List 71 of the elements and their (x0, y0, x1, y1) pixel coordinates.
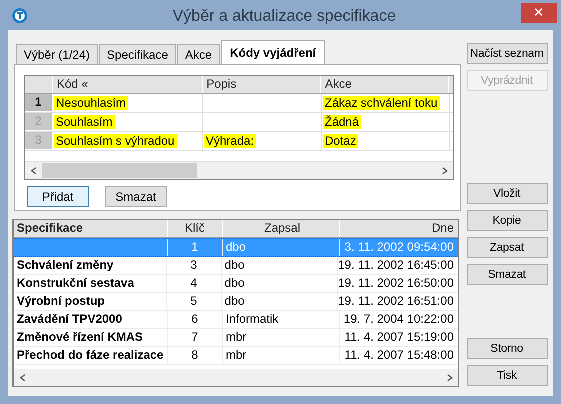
button[interactable]: Tisk (466, 365, 548, 386)
table-cell: 19. 7. 2004 10:22:00 (344, 312, 454, 326)
table-cell: mbr (226, 348, 247, 362)
table-cell: Přechod do fáze realizace (17, 348, 164, 362)
table-cell: 3. 11. 2002 09:54:00 (344, 240, 454, 254)
table-cell: 19. 11. 2002 16:51:00 (338, 294, 454, 308)
table-cell: 7 (192, 330, 198, 344)
table-row[interactable]: Změnové řízení KMAS 7 mbr 11. 4. 2007 15:19:00 (14, 329, 458, 347)
table-cell: Žádná (323, 115, 362, 129)
column-header[interactable]: Popis (202, 76, 322, 93)
column-header[interactable]: Specifikace (14, 220, 168, 237)
tab[interactable]: Výběr (1/24) (16, 44, 98, 64)
table-cell: Výrobní postup (17, 294, 105, 308)
column-header[interactable]: Kód « (52, 76, 203, 93)
table-cell: Nesouhlasím (54, 96, 128, 110)
button[interactable]: Přidat (27, 186, 89, 207)
horizontal-scrollbar[interactable] (14, 369, 458, 386)
button[interactable]: Storno (466, 338, 548, 359)
table-row[interactable]: Zavádění TPV2000 6 Informatik 19. 7. 2004 10:22:00 (14, 311, 458, 329)
table-cell: dbo (224, 276, 245, 290)
tab[interactable]: Kódy vyjádření (221, 40, 326, 64)
column-header[interactable]: Akce (321, 76, 449, 93)
table-cell: 11. 4. 2007 15:19:00 (344, 330, 454, 344)
row-number[interactable]: 1 (25, 94, 53, 112)
table-cell: dbo (226, 240, 246, 254)
table-row[interactable]: Konstrukční sestava 4 dbo 19. 11. 2002 16:50:00 (14, 275, 458, 293)
button[interactable]: Zapsat (466, 237, 548, 258)
close-button[interactable]: ✕ (521, 3, 557, 23)
table-cell: Souhlasím s výhradou (54, 134, 177, 148)
table-cell: Souhlasím (54, 115, 115, 129)
table-cell: 1 (192, 240, 198, 254)
table-cell: Konstrukční sestava (17, 276, 134, 290)
table-cell: 11. 4. 2007 15:48:00 (344, 348, 454, 362)
window-title: Výběr a aktualizace specifikace (172, 8, 398, 26)
chevron-right-icon (442, 166, 448, 174)
table-cell: Informatik (226, 312, 279, 326)
chevron-left-icon (30, 166, 36, 174)
button[interactable]: Načíst seznam (466, 43, 548, 64)
chevron-left-icon (20, 374, 26, 382)
table-cell: Zákaz schválení toku (323, 96, 440, 110)
table-cell: 6 (192, 312, 198, 326)
table-row[interactable]: Výrobní postup 5 dbo 19. 11. 2002 16:51:00 (14, 293, 458, 311)
table-cell: Změnové řízení KMAS (17, 330, 144, 344)
table-cell: 4 (190, 276, 198, 290)
button[interactable]: Smazat (105, 186, 167, 207)
column-header[interactable]: Dne (340, 220, 458, 237)
table-cell: Zavádění TPV2000 (17, 312, 122, 326)
tab[interactable]: Specifikace (99, 44, 176, 64)
app-logo-icon (12, 8, 28, 24)
table-cell: Výhrada: (204, 134, 256, 148)
horizontal-scrollbar[interactable] (25, 161, 453, 179)
table-cell: 3 (190, 258, 198, 272)
table-cell: 19. 11. 2002 16:45:00 (338, 258, 454, 272)
button[interactable]: Kopie (466, 210, 548, 231)
table-cell: dbo (224, 258, 245, 272)
table-cell: 19. 11. 2002 16:50:00 (338, 276, 454, 290)
table-row[interactable]: Schválení změny 3 dbo 19. 11. 2002 16:45:00 (14, 257, 458, 275)
chevron-right-icon (446, 374, 452, 382)
table-cell: dbo (224, 294, 245, 308)
table-cell: 5 (190, 294, 198, 308)
table-cell: Dotaz (323, 134, 358, 148)
button[interactable]: Vložit (466, 183, 548, 204)
table-cell: 8 (192, 348, 198, 362)
button[interactable]: Smazat (466, 264, 548, 285)
tab[interactable]: Akce (177, 44, 220, 64)
column-header[interactable]: Klíč (168, 220, 223, 237)
table-row[interactable]: Přechod do fáze realizace 8 mbr 11. 4. 2007 15:48:00 (14, 347, 458, 365)
column-header[interactable]: Zapsal (223, 220, 340, 237)
table-cell: mbr (226, 330, 247, 344)
button: Vyprázdnit (466, 70, 548, 91)
table-cell: Schválení změny (17, 258, 114, 272)
